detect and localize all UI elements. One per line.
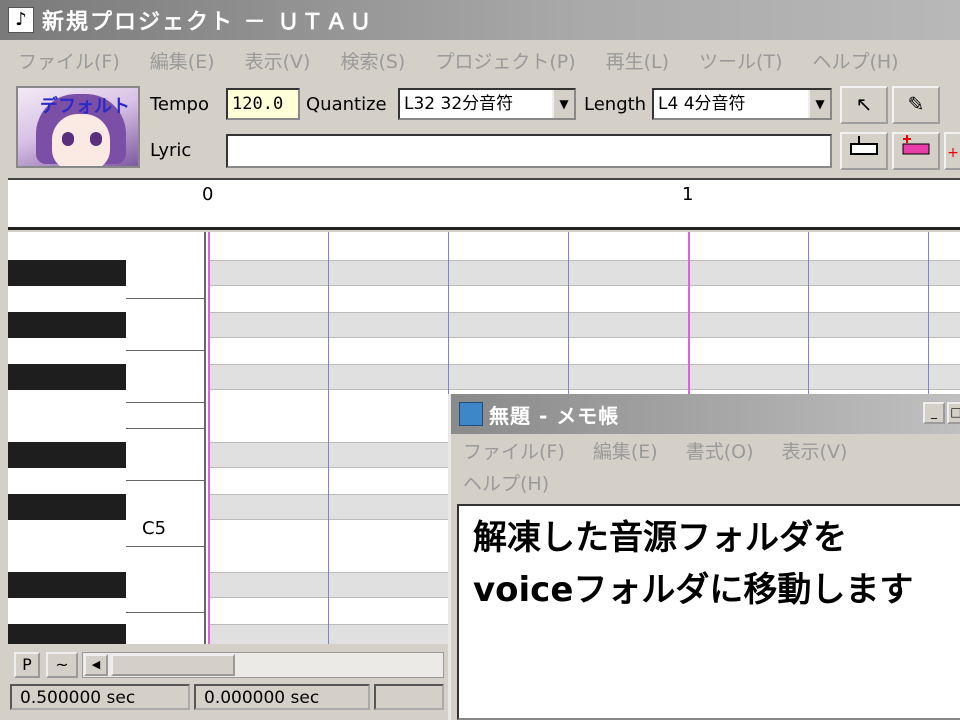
length-select[interactable]: L4 4分音符 ▼: [652, 88, 832, 120]
maximize-button[interactable]: □: [947, 402, 960, 424]
horizontal-scrollbar[interactable]: ◀: [82, 652, 444, 678]
black-key[interactable]: [8, 572, 126, 598]
black-key[interactable]: [8, 260, 126, 286]
black-key[interactable]: [8, 624, 126, 644]
pencil-tool-button[interactable]: ✎: [892, 86, 940, 124]
length-value: L4 4分音符: [658, 94, 746, 114]
minimize-button[interactable]: _: [923, 402, 945, 424]
notepad-menubar: ファイル(F) 編集(E) 書式(O) 表示(V) ヘルプ(H): [463, 436, 953, 500]
notepad-titlebar[interactable]: 無題 - メモ帳 _ □: [451, 394, 960, 434]
pencil-icon: ✎: [907, 92, 925, 116]
add-note-button[interactable]: [892, 132, 940, 170]
scrollbar-thumb[interactable]: [111, 654, 235, 676]
add-note-icon: [902, 135, 930, 155]
notepad-window-title: 無題 - メモ帳: [489, 403, 620, 428]
np-menu-format[interactable]: 書式(O): [686, 441, 754, 463]
ruler-measure-0: 0: [202, 184, 214, 205]
status-position-sec: 0.500000 sec: [10, 684, 190, 710]
voicebank-avatar[interactable]: デフォルト: [16, 86, 140, 168]
utau-titlebar[interactable]: ♪ 新規プロジェクト － ＵＴＡＵ: [0, 0, 960, 40]
scroll-left-icon[interactable]: ◀: [84, 654, 108, 676]
menu-search[interactable]: 検索(S): [320, 47, 415, 74]
menu-file[interactable]: ファイル(F): [0, 47, 130, 74]
utau-window-title: 新規プロジェクト － ＵＴＡＵ: [42, 10, 374, 35]
pointer-tool-button[interactable]: ↖: [840, 86, 888, 124]
utau-menubar: ファイル(F) 編集(E) 表示(V) 検索(S) プロジェクト(P) 再生(L…: [0, 42, 960, 78]
timeline-ruler[interactable]: 0 1: [8, 178, 960, 230]
notepad-text-line: voiceフォルダに移動します: [473, 570, 914, 610]
menu-edit[interactable]: 編集(E): [130, 47, 225, 74]
notepad-text-line: 解凍した音源フォルダを: [473, 518, 847, 558]
black-key[interactable]: [8, 494, 126, 520]
menu-project[interactable]: プロジェクト(P): [415, 47, 585, 74]
insert-note-icon: [850, 136, 878, 155]
more-tool-button[interactable]: +: [944, 132, 960, 170]
quantize-select[interactable]: L32 32分音符 ▼: [398, 88, 576, 120]
quantize-value: L32 32分音符: [404, 94, 514, 114]
black-key[interactable]: [8, 442, 126, 468]
np-menu-help[interactable]: ヘルプ(H): [463, 473, 549, 495]
notepad-text-area[interactable]: 解凍した音源フォルダを voiceフォルダに移動します: [457, 504, 960, 720]
menu-tools[interactable]: ツール(T): [679, 47, 792, 74]
notepad-window: 無題 - メモ帳 _ □ ファイル(F) 編集(E) 書式(O) 表示(V) ヘ…: [448, 394, 960, 720]
avatar-label: デフォルト: [40, 96, 130, 117]
p-button[interactable]: P: [14, 652, 40, 678]
cursor-arrow-icon: ↖: [855, 92, 873, 116]
plus-icon: +: [947, 145, 959, 161]
np-menu-view[interactable]: 表示(V): [782, 441, 848, 463]
black-key[interactable]: [8, 312, 126, 338]
np-menu-edit[interactable]: 編集(E): [593, 441, 658, 463]
tempo-field[interactable]: 120.0: [226, 88, 300, 120]
status-empty: [374, 684, 444, 710]
note-label-c5: C5: [142, 518, 167, 539]
chevron-down-icon[interactable]: ▼: [808, 90, 830, 118]
ruler-measure-1: 1: [682, 184, 694, 205]
status-length-sec: 0.000000 sec: [194, 684, 370, 710]
insert-note-button[interactable]: [840, 132, 888, 170]
tempo-label: Tempo: [150, 94, 209, 115]
length-label: Length: [584, 94, 647, 115]
piano-keyboard[interactable]: C5: [8, 232, 206, 644]
black-key[interactable]: [8, 364, 126, 390]
menu-view[interactable]: 表示(V): [225, 47, 321, 74]
menu-help[interactable]: ヘルプ(H): [792, 47, 908, 74]
chevron-down-icon[interactable]: ▼: [552, 90, 574, 118]
tilde-button[interactable]: ~: [46, 652, 78, 678]
notepad-icon: [459, 402, 483, 426]
music-note-icon: ♪: [8, 7, 34, 33]
menu-play[interactable]: 再生(L): [586, 47, 679, 74]
quantize-label: Quantize: [306, 94, 387, 115]
np-menu-file[interactable]: ファイル(F): [463, 441, 565, 463]
lyric-input[interactable]: [226, 134, 832, 168]
lyric-label: Lyric: [150, 140, 192, 161]
